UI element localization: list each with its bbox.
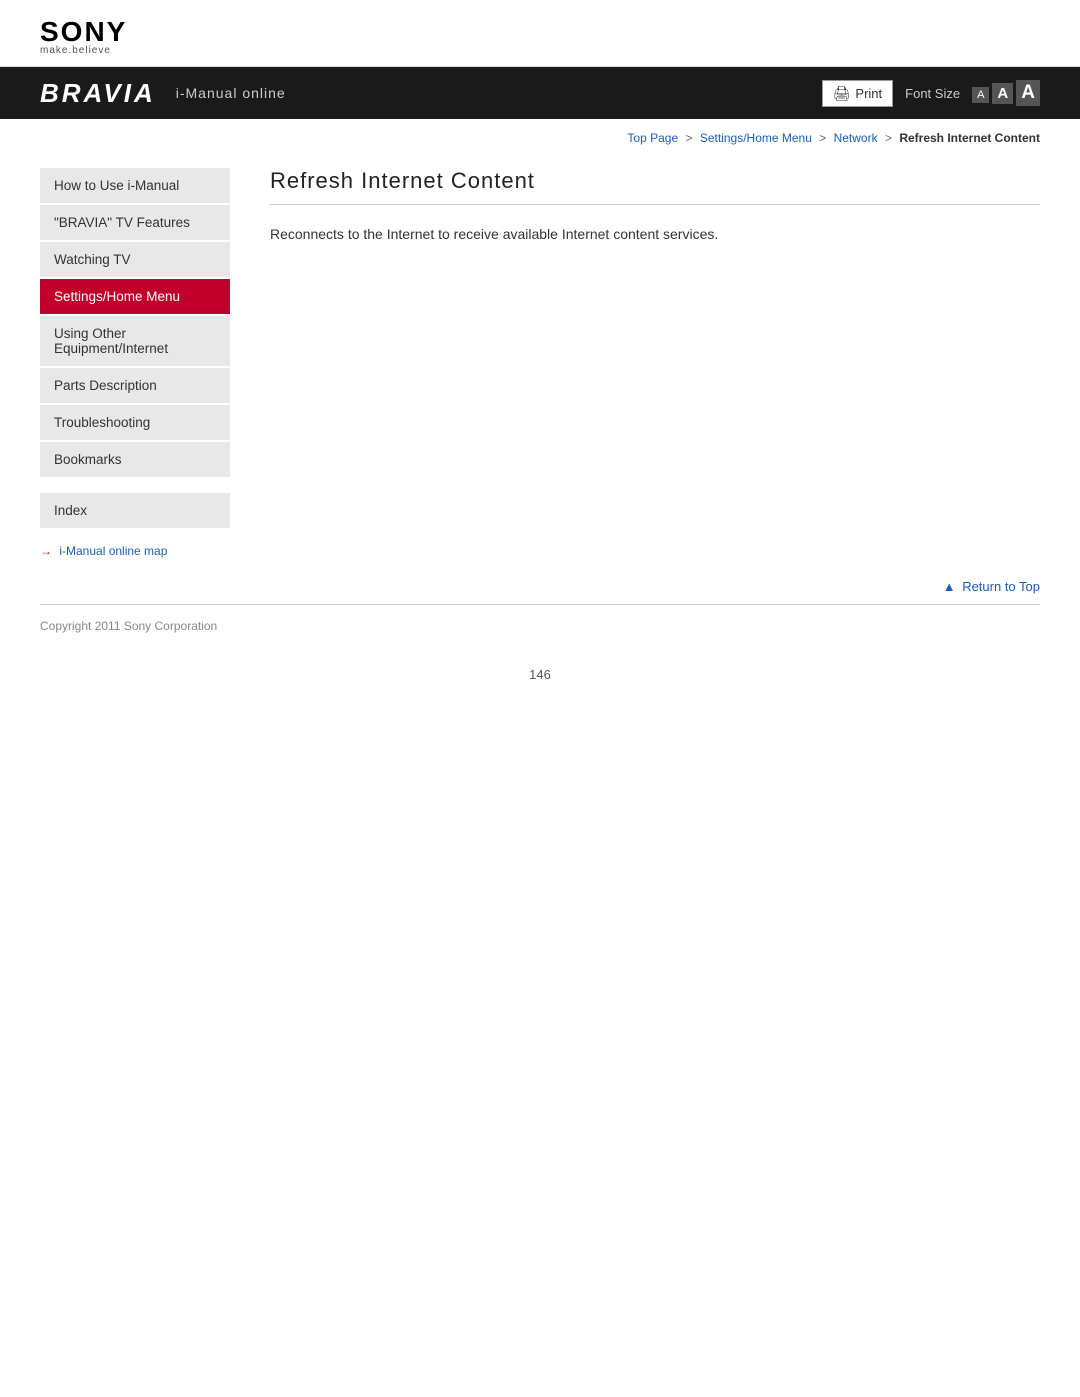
sidebar: How to Use i-Manual"BRAVIA" TV FeaturesW… (40, 153, 250, 558)
bravia-left: BRAVIA i-Manual online (40, 78, 286, 109)
breadcrumb-current: Refresh Internet Content (899, 131, 1040, 145)
sidebar-item-how-to-use[interactable]: How to Use i-Manual (40, 168, 230, 203)
main-container: How to Use i-Manual"BRAVIA" TV FeaturesW… (0, 153, 1080, 558)
logo-bar: SONY make.believe (0, 0, 1080, 67)
return-top-label: Return to Top (962, 579, 1040, 594)
footer: Copyright 2011 Sony Corporation (0, 605, 1080, 647)
sidebar-item-settings-home-menu[interactable]: Settings/Home Menu (40, 279, 230, 314)
sidebar-item-using-other[interactable]: Using Other Equipment/Internet (40, 316, 230, 366)
sidebar-item-watching-tv[interactable]: Watching TV (40, 242, 230, 277)
triangle-up-icon: ▲ (943, 579, 956, 594)
arrow-right-icon: → (40, 544, 52, 558)
breadcrumb-settings[interactable]: Settings/Home Menu (700, 131, 812, 145)
print-label: Print (855, 86, 882, 101)
print-icon: 🖨 (833, 85, 851, 102)
sidebar-item-troubleshooting[interactable]: Troubleshooting (40, 405, 230, 440)
sidebar-map-link[interactable]: → i-Manual online map (40, 544, 230, 558)
bravia-logo: BRAVIA (40, 78, 156, 109)
breadcrumb-sep-3: > (885, 131, 892, 145)
sony-tagline: make.believe (40, 46, 1040, 56)
page-number: 146 (0, 647, 1080, 712)
font-size-controls: A A A (972, 80, 1040, 106)
bravia-bar: BRAVIA i-Manual online 🖨 Print Font Size… (0, 67, 1080, 119)
breadcrumb: Top Page > Settings/Home Menu > Network … (0, 119, 1080, 153)
font-medium-button[interactable]: A (992, 83, 1013, 104)
sidebar-item-parts-description[interactable]: Parts Description (40, 368, 230, 403)
sony-text: SONY (40, 18, 1040, 46)
bravia-subtitle: i-Manual online (176, 85, 286, 101)
sidebar-item-bookmarks[interactable]: Bookmarks (40, 442, 230, 477)
sony-logo: SONY make.believe (40, 18, 1040, 56)
return-to-top-link[interactable]: ▲ Return to Top (943, 579, 1040, 594)
sidebar-map-label: i-Manual online map (59, 544, 167, 558)
sidebar-divider (40, 479, 230, 493)
sidebar-item-index[interactable]: Index (40, 493, 230, 528)
content-area: Refresh Internet Content Reconnects to t… (250, 153, 1040, 558)
sidebar-item-bravia-tv-features[interactable]: "BRAVIA" TV Features (40, 205, 230, 240)
copyright: Copyright 2011 Sony Corporation (40, 619, 217, 633)
page-title: Refresh Internet Content (270, 168, 1040, 205)
content-body: Reconnects to the Internet to receive av… (270, 223, 1040, 245)
breadcrumb-network[interactable]: Network (834, 131, 878, 145)
font-small-button[interactable]: A (972, 87, 989, 103)
bravia-controls: 🖨 Print Font Size A A A (822, 80, 1040, 107)
breadcrumb-sep-2: > (819, 131, 826, 145)
return-top-bar: ▲ Return to Top (0, 558, 1080, 604)
font-size-label: Font Size (905, 86, 960, 101)
breadcrumb-top-page[interactable]: Top Page (627, 131, 678, 145)
print-button[interactable]: 🖨 Print (822, 80, 894, 107)
font-large-button[interactable]: A (1016, 80, 1040, 106)
breadcrumb-sep-1: > (685, 131, 692, 145)
